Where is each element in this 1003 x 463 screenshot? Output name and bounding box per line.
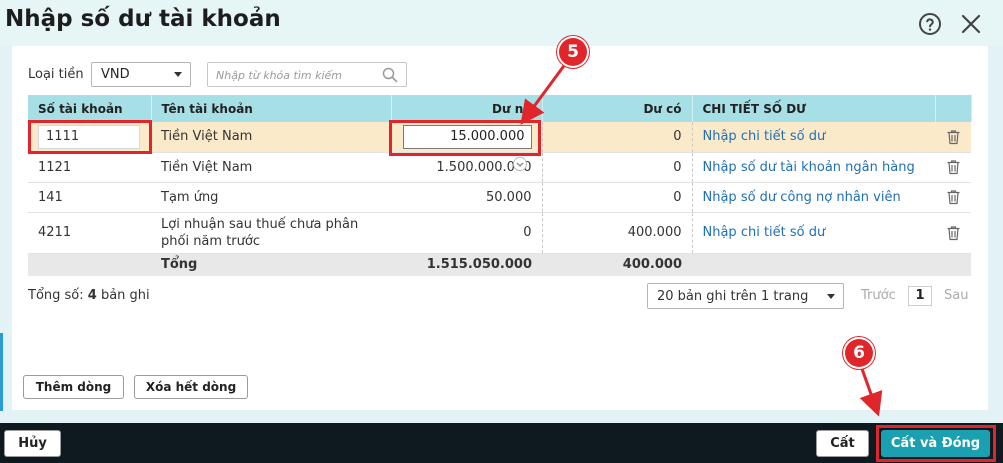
next-page-link[interactable]: Sau [944,288,968,303]
table-row[interactable]: 4211 Lợi nhuận sau thuế chưa phân phối n… [28,212,971,254]
currency-select[interactable]: VND [91,62,191,87]
delete-cell[interactable] [935,122,971,153]
account-number-input[interactable]: 1111 [38,124,140,149]
table-row[interactable]: 1121 Tiền Việt Nam 1.500.000.000 0 Nhập … [28,152,971,183]
currency-value: VND [101,67,130,82]
add-row-button[interactable]: Thêm dòng [23,375,124,399]
delete-cell[interactable] [935,182,971,213]
left-edge-accent [0,333,3,411]
col-header-credit[interactable]: Dư có [542,95,693,122]
delete-cell[interactable] [935,212,971,254]
debit-cell[interactable]: 15.000.000 [391,122,543,153]
cancel-button[interactable]: Hủy [4,430,61,457]
account-name-cell: Tạm ứng [151,182,391,213]
save-button[interactable]: Cất [816,430,869,457]
help-icon[interactable] [918,12,942,36]
total-suffix: bản ghi [100,288,150,303]
chevron-down-icon [174,72,182,77]
prev-page-link[interactable]: Trước [861,288,896,303]
table-row[interactable]: 141 Tạm ứng 50.000 0 Nhập số dư công nợ … [28,182,971,213]
trash-icon[interactable] [946,189,961,205]
debit-cell[interactable]: 50.000 [391,182,543,213]
search-box[interactable] [207,62,407,87]
detail-link[interactable]: Nhập chi tiết số dư [692,212,935,254]
total-prefix: Tổng số: [28,288,84,303]
total-row: Tổng 1.515.050.000 400.000 [28,253,971,276]
search-input[interactable] [216,66,376,84]
total-credit: 400.000 [542,253,692,276]
credit-cell[interactable]: 0 [542,152,693,183]
save-and-close-button[interactable]: Cất và Đóng [881,430,990,457]
debit-cell[interactable]: 0 [391,212,543,254]
total-debit: 1.515.050.000 [391,253,542,276]
clear-rows-button[interactable]: Xóa hết dòng [134,375,248,399]
col-header-detail: CHI TIẾT SỐ DƯ [692,95,936,122]
chevron-down-icon [827,294,835,299]
account-name-cell: Tiền Việt Nam [151,152,391,183]
credit-cell[interactable]: 0 [542,182,693,213]
col-header-name[interactable]: Tên tài khoản [151,95,392,122]
step-6-marker: 6 [845,339,873,367]
page-size-select[interactable]: 20 bản ghi trên 1 trang [647,283,844,309]
total-spacer [935,253,971,276]
step-5-marker: 5 [559,38,587,66]
dialog-header: Nhập số dư tài khoản [0,0,1003,46]
total-spacer [28,253,151,276]
detail-link[interactable]: Nhập số dư công nợ nhân viên [692,182,935,213]
total-record-count: Tổng số: 4 bản ghi [28,288,150,303]
currency-label: Loại tiền [28,67,84,82]
current-page[interactable]: 1 [908,286,932,306]
account-cell[interactable]: 141 [28,182,151,213]
account-cell[interactable]: 4211 [28,212,151,254]
chevron-down-icon[interactable] [512,156,528,172]
account-cell[interactable]: 1111 [28,122,151,153]
trash-icon[interactable] [946,159,961,175]
total-count-value: 4 [87,288,97,303]
col-header-actions [935,95,972,122]
delete-cell[interactable] [935,152,971,183]
account-cell[interactable]: 1121 [28,152,151,183]
page-size-value: 20 bản ghi trên 1 trang [657,289,809,304]
debit-amount-input[interactable]: 15.000.000 [402,124,532,149]
total-spacer [692,253,935,276]
col-header-debit[interactable]: Dư nợ [391,95,543,122]
dialog-title: Nhập số dư tài khoản [5,6,281,32]
col-header-account[interactable]: Số tài khoản [28,95,152,122]
trash-icon[interactable] [946,225,961,241]
table-header-row: Số tài khoản Tên tài khoản Dư nợ Dư có C… [28,95,972,122]
search-icon[interactable] [382,67,398,83]
account-name-cell: Lợi nhuận sau thuế chưa phân phối năm tr… [151,212,391,254]
detail-link[interactable]: Nhập chi tiết số dư [692,122,935,153]
close-icon[interactable] [959,12,983,36]
total-label: Tổng [151,253,391,276]
account-name-cell: Tiền Việt Nam [151,122,391,153]
credit-cell[interactable]: 0 [542,122,693,153]
trash-icon[interactable] [946,129,961,145]
account-balance-table: Số tài khoản Tên tài khoản Dư nợ Dư có C… [28,95,972,276]
table-row[interactable]: 1111 Tiền Việt Nam 15.000.000 0 Nhập chi… [28,122,971,153]
detail-link[interactable]: Nhập số dư tài khoản ngân hàng [692,152,935,183]
credit-cell[interactable]: 400.000 [542,212,693,254]
